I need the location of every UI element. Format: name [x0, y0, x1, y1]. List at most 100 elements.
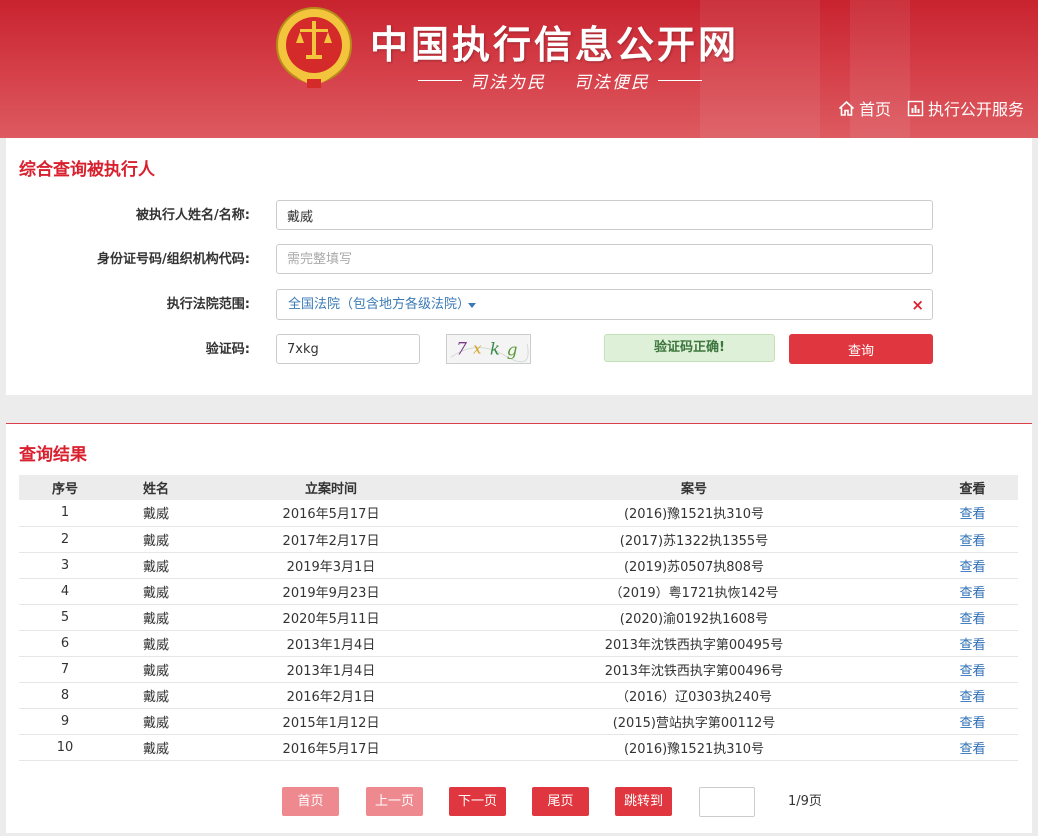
- view-link[interactable]: 查看: [959, 586, 985, 601]
- jump-button[interactable]: 跳转到: [615, 787, 672, 816]
- slogan-right: 司法便民: [574, 72, 650, 93]
- slogan-left: 司法为民: [470, 72, 546, 93]
- home-icon: [838, 100, 855, 116]
- cell-no: 2: [19, 526, 111, 553]
- site-title: 中国执行信息公开网: [370, 23, 740, 67]
- cell-case: （2019）粤1721执恢142号: [461, 578, 927, 605]
- top-nav: 首页 执行公开服务: [838, 96, 1024, 120]
- view-link[interactable]: 查看: [959, 742, 985, 757]
- cell-date: 2019年9月23日: [201, 578, 461, 605]
- site-slogan: 司法为民 司法便民: [418, 68, 702, 93]
- cell-no: 8: [19, 682, 111, 709]
- cell-case: (2020)渝0192执1608号: [461, 604, 927, 631]
- table-row: 10 戴威 2016年5月17日 (2016)豫1521执310号 查看: [19, 734, 1018, 761]
- view-link[interactable]: 查看: [959, 716, 985, 731]
- nav-home-label: 首页: [858, 100, 891, 119]
- first-page-button[interactable]: 首页: [282, 787, 339, 816]
- next-page-button[interactable]: 下一页: [449, 787, 506, 816]
- cell-no: 3: [19, 552, 111, 579]
- cell-view: 查看: [927, 656, 1018, 683]
- table-row: 9 戴威 2015年1月12日 (2015)营站执字第00112号 查看: [19, 708, 1018, 735]
- view-link[interactable]: 查看: [959, 507, 985, 522]
- cell-case: (2016)豫1521执310号: [461, 734, 927, 761]
- cell-name: 戴威: [111, 500, 201, 527]
- cell-name: 戴威: [111, 630, 201, 657]
- cell-view: 查看: [927, 578, 1018, 605]
- view-link[interactable]: 查看: [959, 638, 985, 653]
- cell-view: 查看: [927, 708, 1018, 735]
- prev-page-button[interactable]: 上一页: [366, 787, 423, 816]
- search-panel: 综合查询被执行人 被执行人姓名/名称: 身份证号码/组织机构代码: 执行法院范围…: [6, 138, 1032, 395]
- cell-date: 2020年5月11日: [201, 604, 461, 631]
- cell-date: 2015年1月12日: [201, 708, 461, 735]
- court-label: 执行法院范围:: [166, 297, 250, 312]
- bar-chart-icon: [907, 100, 924, 116]
- cell-view: 查看: [927, 630, 1018, 657]
- court-emblem-icon: [276, 7, 352, 88]
- search-panel-title: 综合查询被执行人: [19, 160, 155, 180]
- nav-home-link[interactable]: 首页: [838, 96, 891, 120]
- captcha-label: 验证码:: [205, 342, 250, 357]
- captcha-input[interactable]: [276, 334, 420, 364]
- cell-case: (2019)苏0507执808号: [461, 552, 927, 579]
- cell-case: 2013年沈铁西执字第00496号: [461, 656, 927, 683]
- table-row: 4 戴威 2019年9月23日 （2019）粤1721执恢142号 查看: [19, 578, 1018, 605]
- results-panel-title: 查询结果: [19, 445, 87, 465]
- table-row: 8 戴威 2016年2月1日 （2016）辽0303执240号 查看: [19, 682, 1018, 709]
- cell-case: (2015)营站执字第00112号: [461, 708, 927, 735]
- court-row: 执行法院范围: 全国法院（包含地方各级法院） ×: [6, 289, 1032, 321]
- captcha-char: 7: [456, 339, 467, 359]
- cell-view: 查看: [927, 526, 1018, 553]
- table-row: 1 戴威 2016年5月17日 (2016)豫1521执310号 查看: [19, 500, 1018, 527]
- cell-no: 9: [19, 708, 111, 735]
- column-header-name: 姓名: [111, 475, 201, 500]
- cell-date: 2016年5月17日: [201, 500, 461, 527]
- caret-down-icon[interactable]: [468, 303, 476, 308]
- table-row: 7 戴威 2013年1月4日 2013年沈铁西执字第00496号 查看: [19, 656, 1018, 683]
- cell-date: 2013年1月4日: [201, 630, 461, 657]
- id-input[interactable]: [276, 244, 933, 274]
- cell-name: 戴威: [111, 734, 201, 761]
- view-link[interactable]: 查看: [959, 560, 985, 575]
- cell-name: 戴威: [111, 656, 201, 683]
- page-number-input[interactable]: [699, 787, 755, 817]
- cell-date: 2016年2月1日: [201, 682, 461, 709]
- table-row: 2 戴威 2017年2月17日 (2017)苏1322执1355号 查看: [19, 526, 1018, 553]
- column-header-date: 立案时间: [201, 475, 461, 500]
- cell-date: 2017年2月17日: [201, 526, 461, 553]
- cell-date: 2019年3月1日: [201, 552, 461, 579]
- last-page-button[interactable]: 尾页: [532, 787, 589, 816]
- table-header-row: 序号 姓名 立案时间 案号 查看: [19, 475, 1018, 500]
- view-link[interactable]: 查看: [959, 690, 985, 705]
- captcha-image[interactable]: 7 x k g: [446, 334, 531, 364]
- cell-case: （2016）辽0303执240号: [461, 682, 927, 709]
- cell-view: 查看: [927, 682, 1018, 709]
- cell-view: 查看: [927, 500, 1018, 527]
- court-select-value: 全国法院（包含地方各级法院）: [288, 297, 471, 312]
- cell-case: (2016)豫1521执310号: [461, 500, 927, 527]
- query-button[interactable]: 查询: [789, 334, 933, 364]
- id-row: 身份证号码/组织机构代码:: [6, 244, 1032, 276]
- view-link[interactable]: 查看: [959, 534, 985, 549]
- page-info: 1/9页: [788, 794, 822, 809]
- slogan-divider: [418, 79, 462, 81]
- captcha-char: g: [507, 340, 518, 360]
- cell-case: (2017)苏1322执1355号: [461, 526, 927, 553]
- captcha-row: 验证码: 7 x k g 验证码正确! 查询: [6, 334, 1032, 366]
- cell-no: 1: [19, 500, 111, 527]
- cell-view: 查看: [927, 734, 1018, 761]
- table-row: 5 戴威 2020年5月11日 (2020)渝0192执1608号 查看: [19, 604, 1018, 631]
- site-header: 中国执行信息公开网 司法为民 司法便民 首页 执行公开服务: [0, 0, 1038, 138]
- id-label: 身份证号码/组织机构代码:: [97, 252, 250, 267]
- nav-public-service-link[interactable]: 执行公开服务: [907, 96, 1024, 120]
- view-link[interactable]: 查看: [959, 664, 985, 679]
- name-input[interactable]: [276, 200, 933, 230]
- clear-icon[interactable]: ×: [911, 296, 924, 314]
- name-row: 被执行人姓名/名称:: [6, 200, 1032, 232]
- captcha-char: k: [490, 339, 500, 359]
- cell-name: 戴威: [111, 578, 201, 605]
- court-select[interactable]: 全国法院（包含地方各级法院） ×: [276, 289, 933, 320]
- view-link[interactable]: 查看: [959, 612, 985, 627]
- cell-view: 查看: [927, 552, 1018, 579]
- cell-name: 戴威: [111, 526, 201, 553]
